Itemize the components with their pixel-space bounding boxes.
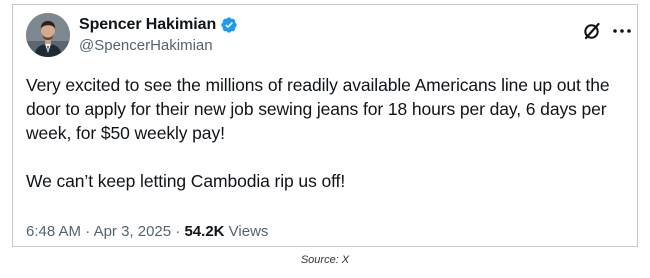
more-options-icon[interactable]: [611, 21, 633, 41]
verified-badge-icon[interactable]: [220, 16, 238, 34]
author-display-name[interactable]: Spencer Hakimian: [79, 16, 216, 34]
views-count: 54.2K: [184, 223, 225, 240]
tweet-date[interactable]: Apr 3, 2025: [94, 223, 172, 240]
tweet-time[interactable]: 6:48 AM: [26, 223, 81, 240]
tweet-paragraph: We can’t keep letting Cambodia rip us of…: [26, 171, 346, 191]
tweet-metadata: 6:48 AM · Apr 3, 2025 · 54.2K Views: [26, 223, 268, 240]
grok-icon[interactable]: [582, 21, 602, 41]
meta-separator: ·: [175, 223, 181, 240]
avatar[interactable]: [26, 13, 70, 57]
author-handle[interactable]: @SpencerHakimian: [79, 37, 213, 54]
source-caption: Source: X: [300, 254, 350, 266]
tweet-text: Very excited to see the millions of read…: [26, 73, 626, 193]
meta-separator: ·: [85, 223, 91, 240]
author-name-row[interactable]: Spencer Hakimian: [79, 14, 238, 36]
tweet-paragraph: Very excited to see the millions of read…: [26, 75, 610, 143]
views-label: Views: [228, 223, 269, 240]
profile-photo-icon: [26, 13, 70, 57]
tweet-card[interactable]: Spencer Hakimian @SpencerHakimian Very e…: [12, 4, 638, 247]
